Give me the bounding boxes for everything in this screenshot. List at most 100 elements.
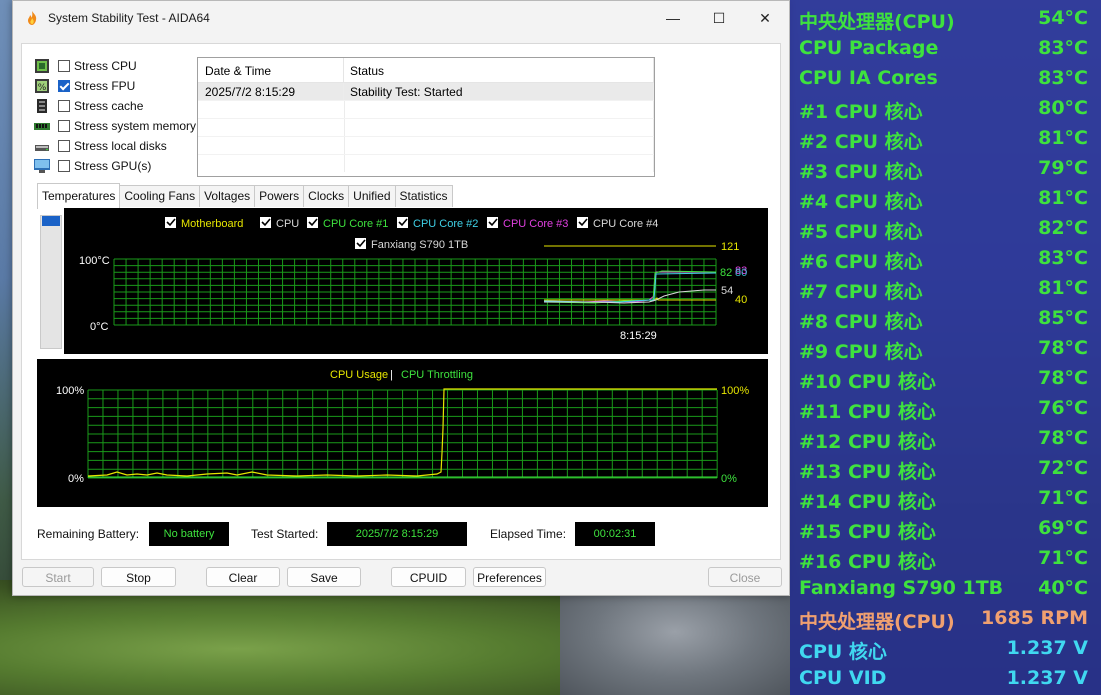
value-label-54: 54 — [721, 285, 733, 297]
stress-gpu-checkbox[interactable] — [58, 160, 70, 172]
stress-fpu-option[interactable]: % Stress FPU — [34, 77, 135, 95]
cpu-axis-bottom-right: 0% — [721, 473, 737, 485]
tab-unified[interactable]: Unified — [348, 185, 396, 207]
osd-row: #9 CPU 核心 78°C — [790, 333, 1101, 363]
preferences-button[interactable]: Preferences — [473, 567, 546, 587]
osd-row: #10 CPU 核心 78°C — [790, 363, 1101, 393]
legend-cpu-core-2-label: CPU Core #2 — [413, 218, 478, 230]
tab-powers[interactable]: Powers — [254, 185, 305, 207]
stress-cpu-label: Stress CPU — [74, 59, 137, 73]
osd-value: 76°C — [1038, 397, 1088, 419]
legend-cpu-core-4[interactable]: CPU Core #4 — [577, 217, 658, 230]
osd-label: #3 CPU 核心 — [799, 161, 923, 183]
osd-row: #14 CPU 核心 71°C — [790, 483, 1101, 513]
osd-row: #4 CPU 核心 81°C — [790, 183, 1101, 213]
stress-disks-checkbox[interactable] — [58, 140, 70, 152]
battery-value: No battery — [149, 522, 229, 546]
tab-cooling-fans[interactable]: Cooling Fans — [119, 185, 201, 207]
tab-temperatures[interactable]: Temperatures — [37, 183, 121, 209]
cache-icon — [37, 99, 47, 113]
osd-row: CPU 核心 1.237 V — [790, 633, 1101, 663]
start-button[interactable]: Start — [22, 567, 94, 587]
cpu-title-separator: | — [390, 369, 393, 381]
osd-row: #12 CPU 核心 78°C — [790, 423, 1101, 453]
close-icon: ✕ — [759, 9, 771, 26]
minimize-button[interactable]: — — [650, 1, 696, 35]
stress-disks-label: Stress local disks — [74, 139, 167, 153]
osd-row: #16 CPU 核心 71°C — [790, 543, 1101, 573]
stress-memory-option[interactable]: Stress system memory — [34, 117, 196, 135]
value-label-121: 121 — [721, 241, 739, 253]
osd-label: CPU IA Cores — [799, 67, 938, 89]
log-header-date[interactable]: Date & Time — [198, 58, 344, 82]
title-bar[interactable]: System Stability Test - AIDA64 — ☐ ✕ — [13, 1, 789, 35]
memory-stick-icon — [34, 123, 50, 130]
stress-disks-option[interactable]: Stress local disks — [34, 137, 167, 155]
test-started-label: Test Started: — [251, 527, 319, 541]
elapsed-label: Elapsed Time: — [490, 527, 567, 541]
stress-cpu-option[interactable]: Stress CPU — [34, 57, 137, 75]
save-button[interactable]: Save — [287, 567, 361, 587]
sensor-list-scrollbar[interactable] — [40, 215, 62, 349]
osd-row: CPU IA Cores 83°C — [790, 63, 1101, 93]
osd-row: #2 CPU 核心 81°C — [790, 123, 1101, 153]
value-label-82: 82 — [720, 267, 732, 279]
legend-cpu-label: CPU — [276, 218, 299, 230]
stress-fpu-checkbox[interactable] — [58, 80, 70, 92]
legend-cpu-core-1[interactable]: CPU Core #1 — [307, 217, 388, 230]
scrollbar-thumb[interactable] — [42, 216, 60, 226]
trace-core-2 — [543, 272, 717, 303]
stress-cache-checkbox[interactable] — [58, 100, 70, 112]
osd-label: 中央处理器(CPU) — [799, 11, 955, 33]
graph-tabs: Temperatures Cooling Fans Voltages Power… — [37, 183, 453, 209]
osd-row: Fanxiang S790 1TB 40°C — [790, 573, 1101, 603]
osd-row: CPU Package 83°C — [790, 33, 1101, 63]
temperature-graph: Motherboard CPU CPU Core #1 CPU Core #2 … — [64, 208, 768, 354]
temp-grid — [113, 258, 717, 326]
status-log-list[interactable]: Date & Time Status 2025/7/2 8:15:29 Stab… — [197, 57, 655, 177]
elapsed-value: 00:02:31 — [575, 522, 655, 546]
osd-label: #1 CPU 核心 — [799, 101, 923, 123]
test-started-value: 2025/7/2 8:15:29 — [327, 522, 467, 546]
stress-fpu-label: Stress FPU — [74, 79, 136, 93]
cpuid-button[interactable]: CPUID — [391, 567, 466, 587]
osd-value: 80°C — [1038, 97, 1088, 119]
cpu-throttling-title: CPU Throttling — [401, 369, 473, 381]
tab-voltages[interactable]: Voltages — [199, 185, 256, 207]
osd-row: #15 CPU 核心 69°C — [790, 513, 1101, 543]
stop-button[interactable]: Stop — [101, 567, 176, 587]
close-window-button[interactable]: ✕ — [742, 1, 788, 35]
stress-cache-option[interactable]: Stress cache — [34, 97, 143, 115]
osd-value: 82°C — [1038, 217, 1088, 239]
osd-row: #1 CPU 核心 80°C — [790, 93, 1101, 123]
osd-value: 1.237 V — [1006, 667, 1088, 689]
legend-cpu[interactable]: CPU — [260, 217, 299, 230]
osd-value: 1.237 V — [1006, 637, 1088, 659]
maximize-button[interactable]: ☐ — [696, 1, 742, 35]
stability-test-window: System Stability Test - AIDA64 — ☐ ✕ Str… — [12, 0, 790, 596]
osd-value: 71°C — [1038, 487, 1088, 509]
legend-cpu-core-3[interactable]: CPU Core #3 — [487, 217, 568, 230]
cpu-usage-graph: CPU Usage | CPU Throttling 100% 0% 100% … — [37, 359, 768, 507]
close-button[interactable]: Close — [708, 567, 782, 587]
temperature-graph-svg: Motherboard CPU CPU Core #1 CPU Core #2 … — [79, 217, 747, 342]
tab-clocks[interactable]: Clocks — [303, 185, 350, 207]
osd-row: #6 CPU 核心 83°C — [790, 243, 1101, 273]
legend-motherboard[interactable]: Motherboard — [165, 217, 243, 230]
osd-label: #7 CPU 核心 — [799, 281, 923, 303]
log-header-status[interactable]: Status — [344, 58, 654, 82]
stress-gpu-option[interactable]: Stress GPU(s) — [34, 157, 151, 175]
stress-cpu-checkbox[interactable] — [58, 60, 70, 72]
log-row[interactable]: 2025/7/2 8:15:29 Stability Test: Started — [198, 83, 654, 100]
legend-motherboard-label: Motherboard — [181, 218, 243, 230]
value-label-40: 40 — [735, 294, 747, 306]
tab-statistics[interactable]: Statistics — [394, 185, 453, 207]
battery-status: Remaining Battery: — [37, 522, 139, 546]
legend-cpu-core-2[interactable]: CPU Core #2 — [397, 217, 478, 230]
osd-value: 54°C — [1038, 7, 1088, 29]
clear-button[interactable]: Clear — [206, 567, 280, 587]
stress-memory-checkbox[interactable] — [58, 120, 70, 132]
osd-row: #3 CPU 核心 79°C — [790, 153, 1101, 183]
osd-label: #16 CPU 核心 — [799, 551, 936, 573]
legend-fanxiang-ssd[interactable]: Fanxiang S790 1TB — [355, 238, 468, 251]
